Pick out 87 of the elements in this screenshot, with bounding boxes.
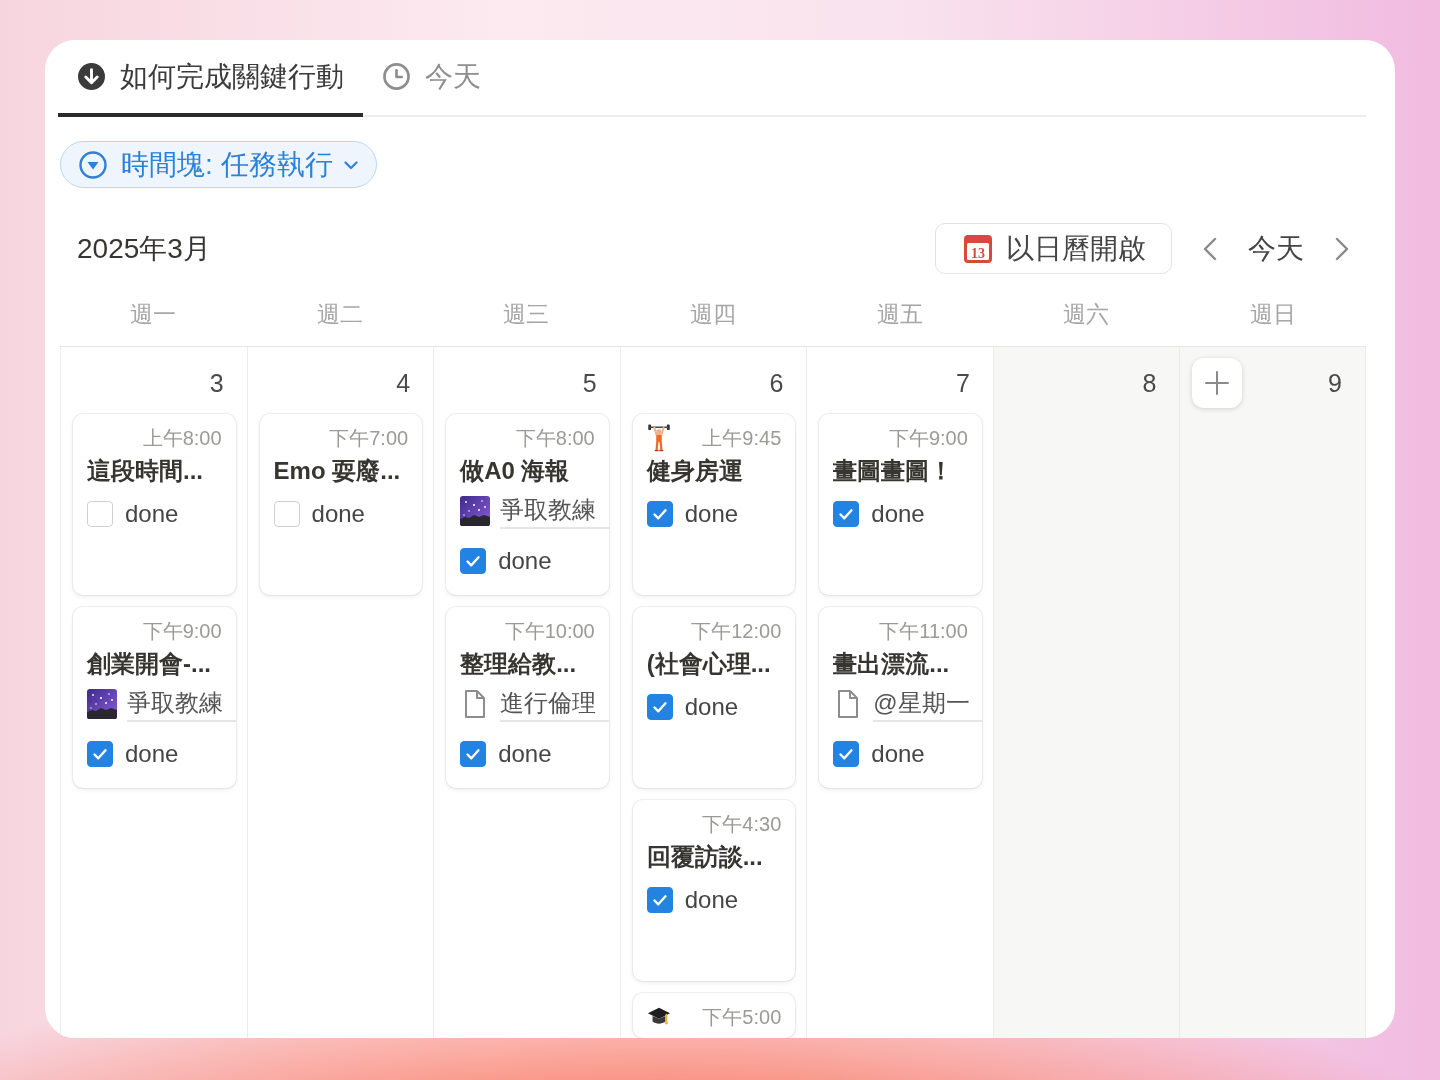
event-time: 下午12:00 (691, 619, 782, 643)
checkbox-label: done (498, 740, 552, 768)
event-card[interactable]: 下午9:00 畫圖畫圖！ done (819, 414, 982, 595)
checkbox-label: done (684, 500, 739, 528)
event-title: (社會心理... (646, 649, 771, 679)
event-card[interactable]: 下午8:00 做A0 海報 爭取教練 done (446, 414, 609, 595)
relation-link[interactable]: 爭取教練 (500, 493, 609, 529)
open-in-calendar-button[interactable]: 13 以日曆開啟 (935, 223, 1172, 274)
weekday-label: 週三 (503, 302, 550, 326)
chevron-left-icon (1202, 235, 1218, 262)
weekday-label: 週二 (316, 302, 363, 326)
event-card[interactable]: 下午12:00 (社會心理... done (632, 607, 796, 788)
calendar-icon: 13 (964, 234, 992, 263)
checkbox[interactable] (460, 741, 487, 767)
checkbox-label: done (311, 500, 365, 528)
event-card[interactable]: 下午7:00 Emo 耍廢... done (259, 414, 423, 595)
day-number: 9 (1328, 368, 1342, 398)
relation-link[interactable]: 爭取教練 (127, 686, 236, 722)
checkbox-label: done (684, 693, 739, 721)
checkbox[interactable] (273, 501, 300, 527)
night-sky-icon (460, 496, 491, 526)
weekday-label: 週日 (1249, 302, 1296, 326)
plus-icon (1205, 371, 1230, 395)
checkbox[interactable] (833, 501, 860, 527)
chevron-right-icon (1334, 235, 1350, 262)
checkbox-label: done (125, 500, 179, 528)
event-time: 下午4:30 (702, 812, 782, 836)
event-title: 創業開會-... (87, 649, 211, 679)
arrow-down-circle-icon (78, 63, 105, 90)
filter-chip[interactable]: 時間塊: 任務執行 (60, 141, 377, 188)
event-time: 下午7:00 (329, 426, 409, 450)
event-time: 上午8:00 (142, 426, 222, 450)
checkbox-label: done (871, 500, 925, 528)
event-title: 做A0 海報 (460, 456, 570, 486)
checkbox-label: done (684, 886, 739, 914)
event-time: 下午11:00 (879, 619, 968, 643)
view-tab[interactable]: 如何完成關鍵行動 (58, 40, 363, 117)
event-title: 整理給教... (460, 649, 577, 679)
day-number: 7 (955, 368, 970, 398)
checkbox[interactable] (833, 741, 860, 767)
weekday-label: 週五 (876, 302, 923, 326)
day-number: 8 (1142, 368, 1157, 398)
event-title: 健身房運 (646, 456, 743, 486)
checkbox[interactable] (87, 741, 113, 767)
weekday-label: 週一 (130, 302, 177, 326)
filter-icon (79, 150, 107, 179)
relation-link[interactable]: @星期一 (873, 686, 982, 722)
month-title: 2025年3月 (77, 231, 211, 266)
night-sky-icon (87, 689, 117, 719)
event-title: 回覆訪談... (646, 842, 763, 872)
event-time: 下午8:00 (515, 426, 595, 450)
weekday-label: 週六 (1063, 302, 1110, 326)
event-card[interactable]: 上午9:45 健身房運 done (632, 414, 796, 595)
checkbox[interactable] (646, 887, 673, 913)
day-number: 6 (769, 368, 784, 398)
day-number: 4 (396, 368, 411, 398)
checkbox[interactable] (646, 694, 673, 720)
event-title: 畫出漂流... (833, 649, 950, 679)
event-card[interactable]: 下午9:00 創業開會-... 爭取教練 done (73, 607, 236, 788)
clock-icon (383, 63, 410, 90)
event-time: 下午9:00 (142, 619, 222, 643)
weightlifter-icon (646, 424, 671, 452)
event-title: Emo 耍廢... (273, 456, 401, 486)
checkbox[interactable] (87, 501, 113, 527)
event-title: 畫圖畫圖！ (833, 456, 954, 486)
checkbox[interactable] (646, 501, 673, 527)
document-icon (836, 689, 861, 719)
checkbox-label: done (125, 740, 179, 768)
checkbox-label: done (498, 547, 552, 575)
document-icon (463, 689, 488, 719)
relation-link[interactable]: 進行倫理 (500, 686, 609, 722)
add-event-button[interactable] (1192, 358, 1243, 408)
event-time: 下午10:00 (504, 619, 595, 643)
event-card[interactable]: 下午11:00 畫出漂流... @星期一 done (819, 607, 982, 788)
checkbox[interactable] (460, 548, 487, 574)
day-number: 3 (209, 368, 224, 398)
checkbox-label: done (871, 740, 925, 768)
event-card[interactable]: 上午8:00 這段時間... done (73, 414, 236, 595)
event-card[interactable]: 下午10:00 整理給教... 進行倫理 done (446, 607, 609, 788)
event-time: 上午9:45 (702, 426, 782, 450)
event-card[interactable]: 下午4:30 回覆訪談... done (632, 800, 796, 981)
event-time: 下午9:00 (888, 426, 968, 450)
weekday-label: 週四 (690, 302, 736, 326)
today-button[interactable]: 今天 (1248, 227, 1304, 270)
event-time: 下午5:00 (702, 1005, 782, 1029)
event-title: 這段時間... (87, 456, 203, 486)
day-number: 5 (582, 368, 597, 398)
